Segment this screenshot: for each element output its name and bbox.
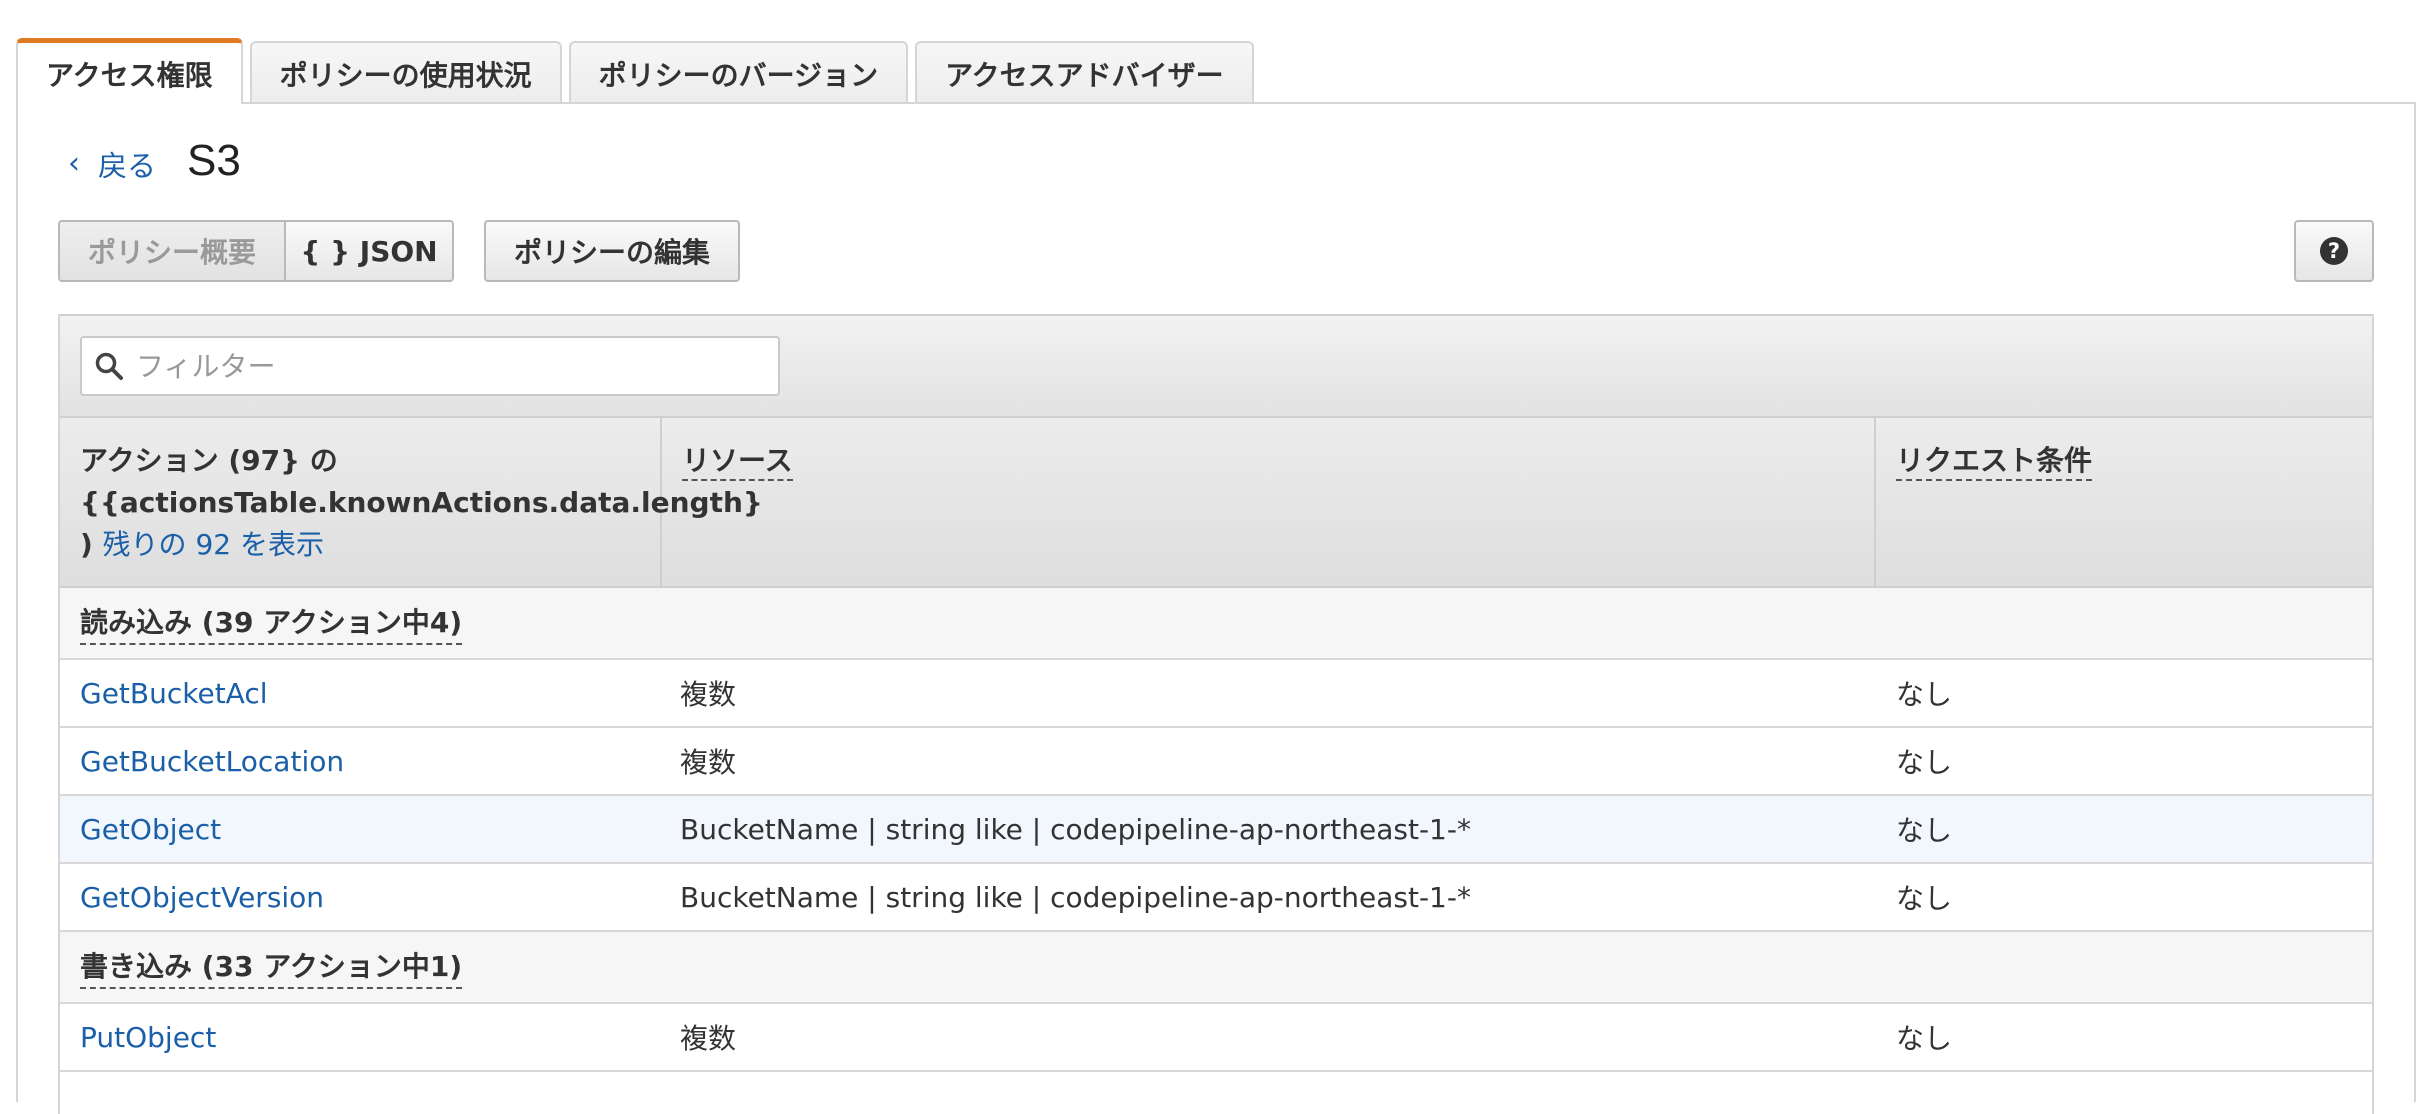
table-row: PutObject 複数 なし <box>60 1004 2372 1072</box>
table-row: GetBucketLocation 複数 なし <box>60 728 2372 796</box>
tab-access-advisor[interactable]: アクセスアドバイザー <box>915 41 1254 104</box>
help-icon: ? <box>2320 237 2348 265</box>
condition-cell: なし <box>1896 882 1953 915</box>
action-link[interactable]: GetObjectVersion <box>60 881 662 914</box>
filter-bar <box>60 314 2372 418</box>
header-resource: リソース <box>662 418 1876 586</box>
resource-cell: 複数 <box>680 746 737 779</box>
group-row-read: 読み込み (39 アクション中4) <box>60 588 2372 660</box>
filter-input[interactable] <box>134 348 738 384</box>
header-actions: アクション (97} の {{actionsTable.knownActions… <box>60 418 763 586</box>
table-header: アクション (97} の {{actionsTable.knownActions… <box>60 418 2372 588</box>
condition-cell: なし <box>1896 678 1953 711</box>
tab-policy-usage[interactable]: ポリシーの使用状況 <box>249 41 562 104</box>
header-actions-line3: ) 残りの 92 を表示 <box>80 524 640 566</box>
tab-policy-versions[interactable]: ポリシーのバージョン <box>568 41 909 104</box>
resource-cell: 複数 <box>680 678 737 711</box>
show-remaining-link[interactable]: 残りの 92 を表示 <box>103 528 324 561</box>
condition-cell: なし <box>1896 746 1953 779</box>
action-link[interactable]: GetBucketAcl <box>60 677 662 710</box>
header-condition: リクエスト条件 <box>1876 418 2372 586</box>
help-button[interactable]: ? <box>2294 220 2374 282</box>
resource-cell: 複数 <box>680 1022 737 1055</box>
action-link[interactable]: GetObject <box>60 813 662 846</box>
action-link[interactable]: PutObject <box>60 1021 662 1054</box>
header-actions-line1: アクション (97} の <box>80 444 338 477</box>
group-label-read[interactable]: 読み込み (39 アクション中4) <box>80 601 463 645</box>
search-icon <box>95 352 123 380</box>
tab-bar: アクセス権限 ポリシーの使用状況 ポリシーのバージョン アクセスアドバイザー <box>16 38 1254 104</box>
edit-policy-button[interactable]: ポリシーの編集 <box>484 220 740 282</box>
table-row: GetObject BucketName | string like | cod… <box>60 796 2372 864</box>
tab-permissions[interactable]: アクセス権限 <box>16 38 243 104</box>
condition-cell: なし <box>1896 814 1953 847</box>
header-resource-label[interactable]: リソース <box>682 444 793 481</box>
group-label-write[interactable]: 書き込み (33 アクション中1) <box>80 945 463 989</box>
header-actions-line2: {{actionsTable.knownActions.data.length} <box>80 486 763 519</box>
table-row: GetBucketAcl 複数 なし <box>60 660 2372 728</box>
header-condition-label[interactable]: リクエスト条件 <box>1896 444 2093 481</box>
actions-table: アクション (97} の {{actionsTable.knownActions… <box>58 314 2374 1114</box>
condition-cell: なし <box>1896 1022 1953 1055</box>
back-link[interactable]: ‹ 戻る <box>68 143 156 185</box>
page-title: S3 <box>187 136 241 185</box>
action-link[interactable]: GetBucketLocation <box>60 745 662 778</box>
resource-cell: BucketName | string like | codepipeline-… <box>680 880 1471 914</box>
policy-summary-button[interactable]: ポリシー概要 <box>58 220 286 282</box>
chevron-left-icon: ‹ <box>68 146 80 181</box>
filter-field[interactable] <box>80 336 780 396</box>
group-row-write: 書き込み (33 アクション中1) <box>60 932 2372 1004</box>
resource-cell: BucketName | string like | codepipeline-… <box>680 812 1471 846</box>
json-button[interactable]: { } JSON <box>284 220 454 282</box>
table-row: GetObjectVersion BucketName | string lik… <box>60 864 2372 932</box>
back-label: 戻る <box>98 149 157 183</box>
header-actions-paren: ) <box>80 528 93 561</box>
